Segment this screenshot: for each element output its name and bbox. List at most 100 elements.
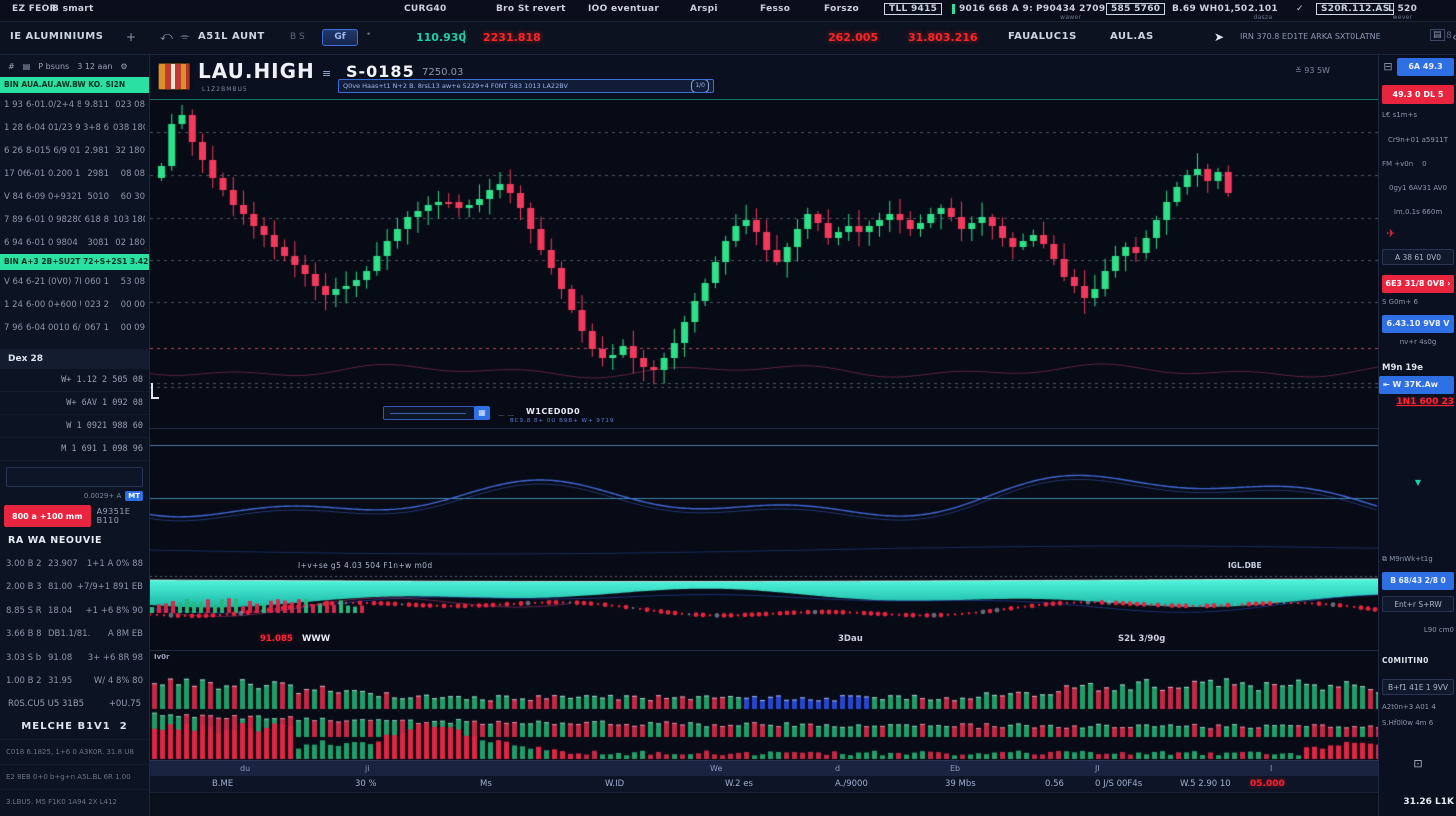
table-row[interactable]: 1 936-01.0/2+4 88 9.811023 08 [0,93,149,116]
condition-box[interactable]: B+f1 41E 1 9VV [1382,679,1454,695]
menu-item[interactable]: ✓ [1296,4,1304,14]
mt-badge[interactable]: MT [125,491,143,501]
section-header-depth[interactable]: Dex 28 [0,349,149,369]
slider-apply-button[interactable]: ▦ [474,406,490,420]
table-row[interactable]: 3.03 S b91.083+ +6 8R 98 [0,646,149,670]
indicator-slider[interactable] [383,406,475,420]
draw-icon[interactable]: ⌯ [180,29,190,44]
grid-layout-icon[interactable]: ▤ [1430,29,1445,41]
table-row[interactable]: 1 246-00 0+600 U1 023 200 00 [0,293,149,316]
mode-label[interactable]: B S [290,32,305,42]
depth-list: W+ 1.12 2 505 08W+ 6AV 1 092 08W 1 0921 … [0,369,149,461]
menu-item[interactable]: 585 5760 [1106,3,1165,15]
panel-menu-icon[interactable]: ⊟ [1381,60,1395,73]
menu-item[interactable]: Bro St revert [496,4,566,14]
enter-spread-button[interactable]: Ent+r S+RW [1382,596,1454,612]
sidebar-tool-label-2[interactable]: 3 12 aan [77,62,112,71]
order-input[interactable] [6,467,143,487]
chart-header-right-controls[interactable]: ≚ 93 5W [1295,66,1330,75]
more-label[interactable]: M9n 19e [1382,363,1454,373]
buy-market-button[interactable]: 6.43.10 9V8 V [1382,315,1454,333]
toolbar: IE ALUMINIUMS + ⤺ ⌯ A51L AUNT B S Gf • 1… [0,22,1456,55]
table-row[interactable]: 6 268-015 6/9 014 2.98132 180 [0,139,149,162]
histogram-canvas[interactable] [150,650,1378,761]
collapse-icon[interactable]: ‹ [1452,30,1456,44]
bracket-order-button[interactable]: B 68/43 2/8 0 [1382,572,1454,590]
table-row[interactable]: W 1 0921 988 60 [0,415,149,438]
buy-button[interactable]: 6A 49.3 [1397,58,1454,76]
pin-icon[interactable]: # [8,62,15,71]
watchlist-header[interactable]: IE ALUMINIUMS [10,31,103,42]
chart-area: LAU.HIGH L1Z2BMBU5 ≡ S-0185 7250.03 Q0ve… [150,55,1378,816]
table-row[interactable]: 6 946-01 0 9804 308102 180 [0,231,149,254]
table-row[interactable]: 2.00 B 381.00+7/9+1 891 EB [0,576,149,600]
account-row[interactable]: MELCHE B1V1 2 [0,715,149,739]
active-price-row[interactable]: ⇤ W 37K.Aw [1379,376,1454,394]
highlight-row[interactable]: BIN AUA.AU.AW.BW KO. SI2N [0,77,149,93]
table-row[interactable]: 8.85 S R18.04+1 +6 8% 90 [0,599,149,623]
axis-value-red: 05.000 [1250,779,1285,789]
table-row[interactable]: W+ 1.12 2 505 08 [0,369,149,392]
send-order-icon[interactable]: ✈ [1383,227,1399,240]
highlight-row[interactable]: BIN A+3 2B+SU2T 72+S+2S1 3.42 [0,254,149,270]
gear-icon[interactable]: ⚙ [120,62,127,71]
scroll-down-icon[interactable]: ▼ [1382,478,1454,487]
menu-item[interactable]: Arspi [690,4,718,14]
quantity-box[interactable]: A 38 61 0V0 [1382,249,1454,265]
banner-text: Q0ve Haas+t1 N+2 B. 8rsL13 aw+e 5229+4 F… [343,80,568,92]
quick-trade-pill[interactable]: Gf [322,29,358,46]
symbol-label[interactable]: A51L AUNT [198,31,265,42]
menu-item[interactable]: Fesso [760,4,790,14]
sidebar-tool-label-1[interactable]: P bsuns [38,62,69,71]
sell-button[interactable]: 800 a +100 mm [4,505,91,527]
table-row[interactable]: 3.00 B 223.9071+1 A 0% 88 [0,552,149,576]
menu-item[interactable]: L 520wever [1388,4,1417,21]
count-badge: 8 [1446,31,1452,41]
sidebar-time-and-sales: # ▤ P bsuns 3 12 aan ⚙ BIN AUA.AU.AW.BW … [0,55,150,816]
menu-item[interactable]: Forszo [824,4,859,14]
symbol-logo [158,63,190,90]
table-row[interactable]: 7 966-04 0010 6/1 067 100 09 [0,316,149,339]
table-row[interactable]: V 646-21 (0V0) 7H 060 153 08 [0,270,149,293]
condition-row-2[interactable]: S.Hf0l0w 4m 6 [1382,719,1454,727]
menu-item[interactable]: S20R.112.AS [1316,3,1394,15]
cursor-icon[interactable]: ➤ [1214,30,1224,44]
menu-item[interactable]: 2.101dasza [1248,4,1278,21]
menu-item[interactable]: P90434 2709wawer [1036,4,1105,21]
menu-item[interactable]: TLL 9415 [884,3,942,15]
toolbar-menu-funds[interactable]: FAUALUC1S [1008,31,1077,42]
table-row[interactable]: 3.66 B 8DB1.1/81.A 8M EB [0,623,149,647]
time-axis-ticks[interactable]: dujiWedEbJII [150,760,1378,776]
table-row[interactable]: V 846-09 0+9321C 501060 30 [0,185,149,208]
section-header-positions: RA WA NEOUVIE [0,530,149,552]
add-icon[interactable]: + [126,30,136,44]
toolbar-menu-rules[interactable]: AUL.AS [1110,31,1154,42]
condition-row-1[interactable]: A2t0n+3 A01 4 [1382,703,1454,711]
band-indicator-label: I+v+se g5 4.03 504 F1n+w m0d [298,561,433,570]
table-row[interactable]: 1.00 B 231.95W/ 4 8% 80 [0,670,149,694]
band-indicator-canvas[interactable] [150,575,1378,630]
hamburger-icon[interactable]: ≡ [322,67,331,80]
menu-item[interactable]: CURG40 [404,4,447,14]
table-row[interactable]: 17 066-01 0.200 1+8 298108 08 [0,162,149,185]
oscillator-canvas[interactable] [150,428,1378,558]
sell-market-button[interactable]: 6E3 31/8 0V8 › [1382,275,1454,293]
menu-item[interactable]: IOO eventuar [588,4,659,14]
table-row[interactable]: 7 896-01 0 98280 618 8103 180 [0,208,149,231]
folder-icon[interactable]: ▤ [23,62,31,71]
menu-item[interactable]: EZ FEOR [12,4,57,14]
table-row[interactable]: W+ 6AV 1 092 08 [0,392,149,415]
notification-banner[interactable]: Q0ve Haas+t1 N+2 B. 8rsL13 aw+e 5229+4 F… [338,79,714,93]
menu-item[interactable]: B smart [52,4,94,14]
table-row[interactable]: M 1 691 1 098 96 [0,438,149,461]
quote-teal: 110.930 [416,31,466,44]
menu-item[interactable]: B.69 WH01,50 [1172,4,1247,14]
axis-tick: ji [365,764,369,773]
order-panel: ⊟ 6A 49.3 49.3 0 DL 5 L€ s1m+s Cr9n+01 a… [1378,55,1456,816]
panel-window-icon[interactable]: ⊡ [1382,757,1454,770]
undo-icon[interactable]: ⤺ [160,29,173,44]
menu-item[interactable]: 9016 668 A 9: [952,4,1033,14]
table-row[interactable]: 1 286-04 01/23 92 3+8 6038 180 [0,116,149,139]
price-chart-canvas[interactable] [150,100,1378,400]
sell-price-button[interactable]: 49.3 0 DL 5 [1382,85,1454,104]
